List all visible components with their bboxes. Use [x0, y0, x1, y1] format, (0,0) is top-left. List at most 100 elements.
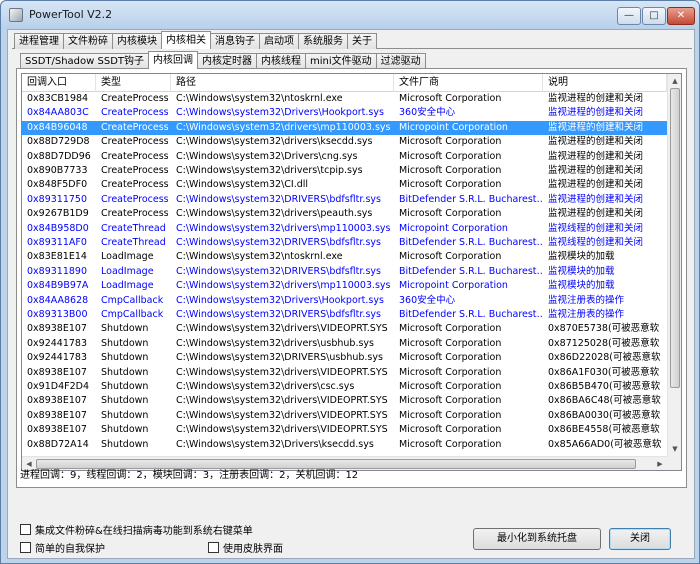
maximize-button[interactable]: □ — [642, 7, 666, 25]
tab-main-1[interactable]: 文件粉碎 — [63, 33, 113, 49]
cell-entry: 0x84B96048 — [27, 121, 88, 133]
close-button[interactable]: 关闭 — [609, 528, 671, 550]
table-row[interactable]: 0x9267B1D9 CreateProcess C:\Windows\system… — [22, 207, 667, 221]
table-row[interactable]: 0x890B7733 CreateProcess C:\Windows\system… — [22, 164, 667, 178]
close-window-button[interactable]: ✕ — [667, 7, 695, 25]
cell-vendor: Microsoft Corporation — [399, 409, 502, 421]
cell-vendor: BitDefender S.R.L. Bucharest… — [399, 265, 543, 277]
cell-entry: 0x8938E107 — [27, 409, 87, 421]
cell-path: C:\Windows\system32\drivers\VIDEOPRT.SYS — [176, 409, 388, 421]
tab-sub-5[interactable]: 过滤驱动 — [375, 53, 426, 69]
cell-path: C:\Windows\system32\drivers\mp110003.sys — [176, 280, 391, 292]
cell-entry: 0x91D4F2D4 — [27, 381, 89, 392]
checkbox-box[interactable] — [20, 524, 31, 535]
table-row[interactable]: 0x84B9B97A LoadImage C:\Windows\system32\d… — [22, 279, 667, 293]
table-row[interactable]: 0x88D72A14 Shutdown C:\Windows\system32\Dr… — [22, 438, 667, 452]
cell-desc: 监视进程的创建和关闭 — [548, 208, 644, 220]
checkbox-box[interactable] — [20, 542, 31, 553]
cell-entry: 0x8938E107 — [27, 395, 87, 407]
cell-path: C:\Windows\system32\DRIVERS\bdfsfltr.sys — [176, 193, 381, 205]
table-row[interactable]: 0x83E81E14 LoadImage C:\Windows\system32\n… — [22, 250, 667, 264]
cell-vendor: Microsoft Corporation — [399, 366, 502, 378]
table-row[interactable]: 0x89311AF0 CreateThread C:\Windows\system3… — [22, 236, 667, 250]
cell-entry: 0x8938E107 — [27, 323, 87, 335]
tab-sub-3[interactable]: 内核线程 — [256, 53, 307, 69]
cell-path: C:\Windows\system32\Drivers\Hookport.sys — [176, 294, 384, 306]
tab-sub-0[interactable]: SSDT/Shadow SSDT钩子 — [20, 53, 150, 69]
table-row[interactable]: 0x92441783 Shutdown C:\Windows\system32\dr… — [22, 337, 667, 351]
table-row[interactable]: 0x8938E107 Shutdown C:\Windows\system32\dr… — [22, 409, 667, 423]
table-row[interactable]: 0x89313B00 CmpCallback C:\Windows\system32… — [22, 308, 667, 322]
table-row[interactable]: 0x83CB1984 CreateProcess C:\Windows\system… — [22, 92, 667, 106]
minimize-to-tray-button[interactable]: 最小化到系统托盘 — [473, 528, 601, 550]
scroll-up-icon[interactable]: ▲ — [668, 74, 681, 88]
cell-entry: 0x84AA803C — [27, 107, 89, 119]
table-row[interactable]: 0x84AA8628 CmpCallback C:\Windows\system32… — [22, 294, 667, 308]
column-header-vendor[interactable]: 文件厂商 — [394, 74, 543, 92]
minimize-button[interactable]: — — [617, 7, 641, 25]
cell-desc: 监视进程的创建和关闭 — [548, 193, 644, 205]
table-row[interactable]: 0x92441783 Shutdown C:\Windows\system32\DR… — [22, 351, 667, 365]
table-row[interactable]: 0x8938E107 Shutdown C:\Windows\system32\dr… — [22, 394, 667, 408]
tab-main-6[interactable]: 系统服务 — [298, 33, 348, 49]
checkbox-box[interactable] — [208, 542, 219, 553]
cell-vendor: Microsoft Corporation — [399, 352, 502, 364]
table-row[interactable]: 0x88D7DD96 CreateProcess C:\Windows\system… — [22, 150, 667, 164]
vertical-scroll-thumb[interactable] — [670, 88, 680, 388]
tab-main-4[interactable]: 消息钩子 — [210, 33, 260, 49]
cell-desc: 0x86B5B470(可被恶意软 — [548, 381, 661, 392]
integrate-context-menu-checkbox[interactable]: 集成文件粉碎&在线扫描病毒功能到系统右键菜单 — [20, 522, 253, 537]
column-header-path[interactable]: 路径 — [171, 74, 394, 92]
vertical-scrollbar[interactable]: ▲ ▼ — [667, 74, 681, 456]
column-header-entry[interactable]: 回调入口 — [22, 74, 96, 92]
table-row[interactable]: 0x91D4F2D4 Shutdown C:\Windows\system32\dr… — [22, 380, 667, 394]
tab-main-7[interactable]: 关于 — [347, 33, 377, 49]
cell-desc: 监视模块的加载 — [548, 265, 615, 277]
table-row[interactable]: 0x84AA803C CreateProcess C:\Windows\system… — [22, 106, 667, 120]
cell-vendor: Microsoft Corporation — [399, 438, 502, 450]
skin-ui-checkbox[interactable]: 使用皮肤界面 — [208, 540, 283, 555]
tab-main-0[interactable]: 进程管理 — [14, 33, 64, 49]
tab-sub-2[interactable]: 内核定时器 — [197, 53, 258, 69]
scroll-right-icon[interactable]: ▶ — [653, 457, 667, 470]
title-bar[interactable]: PowerTool V2.2 — □ ✕ — [1, 1, 699, 29]
cell-type: CreateThread — [101, 237, 166, 248]
table-row[interactable]: 0x8938E107 Shutdown C:\Windows\system32\dr… — [22, 423, 667, 437]
cell-type: CreateProcess — [101, 93, 169, 104]
tab-sub-4[interactable]: mini文件驱动 — [305, 53, 377, 69]
cell-type: Shutdown — [101, 381, 149, 392]
table-row[interactable]: 0x84B96048 CreateProcess C:\Windows\system… — [22, 120, 667, 136]
cell-vendor: Microsoft Corporation — [399, 381, 502, 392]
cell-type: LoadImage — [101, 265, 154, 277]
column-header-type[interactable]: 类型 — [96, 74, 171, 92]
table-row[interactable]: 0x848F5DF0 CreateProcess C:\Windows\system… — [22, 178, 667, 192]
column-header-desc[interactable]: 说明 — [543, 74, 667, 92]
integrate-context-menu-label: 集成文件粉碎&在线扫描病毒功能到系统右键菜单 — [35, 526, 253, 537]
cell-entry: 0x88D72A14 — [27, 438, 89, 450]
cell-entry: 0x890B7733 — [27, 165, 88, 176]
scroll-down-icon[interactable]: ▼ — [668, 442, 681, 456]
table-row[interactable]: 0x89311750 CreateProcess C:\Windows\system… — [22, 193, 667, 207]
tab-sub-1[interactable]: 内核回调 — [148, 51, 199, 69]
cell-path: C:\Windows\system32\drivers\usbhub.sys — [176, 337, 374, 349]
table-row[interactable]: 0x8938E107 Shutdown C:\Windows\system32\dr… — [22, 322, 667, 336]
cell-vendor: Microsoft Corporation — [399, 179, 502, 191]
cell-desc: 监视注册表的操作 — [548, 294, 625, 306]
table-row[interactable]: 0x8938E107 Shutdown C:\Windows\system32\dr… — [22, 366, 667, 380]
tab-main-5[interactable]: 启动项 — [259, 33, 299, 49]
tab-main-3[interactable]: 内核相关 — [161, 31, 211, 49]
self-protect-checkbox[interactable]: 简单的自我保护 — [20, 540, 105, 555]
table-row[interactable]: 0x89311890 LoadImage C:\Windows\system32\D… — [22, 265, 667, 279]
cell-path: C:\Windows\system32\Drivers\Hookport.sys — [176, 107, 384, 119]
cell-path: C:\Windows\system32\drivers\mp110003.sys — [176, 222, 391, 234]
cell-vendor: Microsoft Corporation — [399, 208, 502, 220]
cell-entry: 0x9267B1D9 — [27, 208, 89, 220]
cell-type: CreateProcess — [101, 179, 169, 191]
cell-desc: 监视线程的创建和关闭 — [548, 222, 644, 234]
cell-type: Shutdown — [101, 323, 149, 335]
self-protect-label: 简单的自我保护 — [35, 544, 105, 555]
table-row[interactable]: 0x84B958D0 CreateThread C:\Windows\system3… — [22, 222, 667, 236]
table-row[interactable]: 0x88D729D8 CreateProcess C:\Windows\system… — [22, 135, 667, 149]
tab-main-2[interactable]: 内核模块 — [112, 33, 162, 49]
cell-type: CreateProcess — [101, 107, 169, 119]
